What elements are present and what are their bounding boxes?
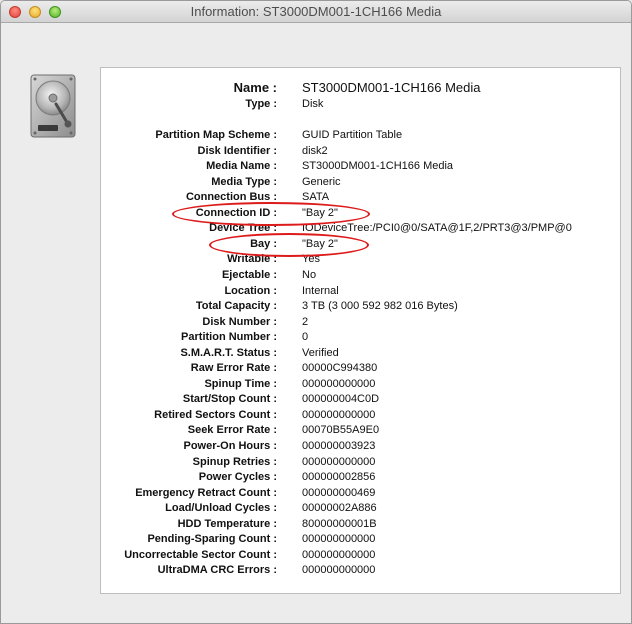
- property-row: Partition Map Scheme : GUID Partition Tab…: [101, 127, 620, 143]
- property-row: Seek Error Rate : 00070B55A9E0: [101, 422, 620, 438]
- property-value: Generic: [302, 175, 341, 188]
- property-label: Total Capacity :: [195, 300, 277, 313]
- property-label: HDD Temperature :: [177, 517, 277, 530]
- property-value: 3 TB (3 000 592 982 016 Bytes): [302, 300, 458, 313]
- title-bar[interactable]: Information: ST3000DM001-1CH166 Media: [1, 1, 631, 23]
- property-label: Retired Sectors Count :: [154, 408, 277, 421]
- property-value: 0: [302, 331, 309, 344]
- property-row: Power-On Hours : 000000003923: [101, 438, 620, 454]
- property-value: IODeviceTree:/PCI0@0/SATA@1F,2/PRT3@3/PM…: [302, 222, 572, 235]
- property-value: Verified: [302, 346, 339, 359]
- property-value: 000000003923: [302, 440, 376, 452]
- property-row: Disk Number : 2: [101, 314, 620, 330]
- property-value: Internal: [302, 284, 339, 297]
- property-value: 000000004C0D: [302, 393, 380, 406]
- property-value: 000000002856: [302, 471, 376, 484]
- property-label: Media Name :: [206, 160, 277, 173]
- type-row: Type : Disk: [101, 96, 620, 112]
- property-value: 2: [302, 315, 309, 328]
- property-value: "Bay 2": [302, 206, 338, 219]
- property-label: Connection ID :: [195, 206, 277, 219]
- property-value: 00000002A886: [302, 502, 377, 515]
- property-row: Uncorrectable Sector Count : 000000000000: [101, 547, 620, 563]
- property-row: Connection ID : "Bay 2": [101, 205, 620, 221]
- property-row: Ejectable : No: [101, 267, 620, 283]
- property-label: Pending-Sparing Count :: [147, 533, 277, 546]
- property-label: Connection Bus :: [185, 191, 277, 204]
- property-value: 80000000001B: [302, 517, 377, 530]
- property-row: Total Capacity : 3 TB (3 000 592 982 016 …: [101, 298, 620, 314]
- type-label: Type :: [245, 98, 277, 110]
- info-window: Information: ST3000DM001-1CH166 Media Na…: [0, 0, 632, 624]
- property-row: Device Tree : IODeviceTree:/PCI0@0/SATA@1…: [101, 220, 620, 236]
- property-label: Emergency Retract Count :: [135, 486, 277, 499]
- property-value: disk2: [302, 144, 328, 157]
- property-label: Media Type :: [211, 175, 277, 188]
- property-label: S.M.A.R.T. Status :: [180, 346, 277, 359]
- property-label: Disk Number :: [202, 315, 277, 328]
- property-row: HDD Temperature : 80000000001B: [101, 516, 620, 532]
- property-value: No: [302, 268, 317, 281]
- property-value: GUID Partition Table: [302, 129, 403, 141]
- property-value: SATA: [302, 191, 330, 204]
- property-row: S.M.A.R.T. Status : Verified: [101, 345, 620, 361]
- property-row: Partition Number : 0: [101, 329, 620, 345]
- property-label: Start/Stop Count :: [182, 393, 277, 406]
- property-row: UltraDMA CRC Errors : 000000000000: [101, 562, 620, 578]
- property-value: "Bay 2": [302, 237, 338, 250]
- property-label: Seek Error Rate :: [187, 424, 277, 437]
- property-row: Pending-Sparing Count : 000000000000: [101, 531, 620, 547]
- property-label: Location :: [224, 284, 277, 297]
- property-row: Emergency Retract Count : 000000000469: [101, 485, 620, 501]
- property-label: Disk Identifier :: [197, 144, 277, 157]
- property-value: 000000000469: [302, 486, 376, 499]
- property-row: Media Name : ST3000DM001-1CH166 Media: [101, 158, 620, 174]
- property-row: Media Type : Generic: [101, 174, 620, 190]
- name-value: ST3000DM001-1CH166 Media: [302, 80, 481, 95]
- property-value: ST3000DM001-1CH166 Media: [302, 160, 454, 173]
- property-row: Location : Internal: [101, 283, 620, 299]
- property-label: Partition Number :: [181, 331, 277, 344]
- property-label: Power-On Hours :: [183, 440, 277, 452]
- property-value: 000000000000: [302, 564, 376, 577]
- property-row: Start/Stop Count : 000000004C0D: [101, 391, 620, 407]
- property-value: 000000000000: [302, 455, 376, 468]
- property-value: 000000000000: [302, 548, 376, 561]
- property-label: Partition Map Scheme :: [155, 129, 277, 141]
- property-row: Spinup Time : 000000000000: [101, 376, 620, 392]
- property-label: Load/Unload Cycles :: [165, 502, 277, 515]
- property-label: Raw Error Rate :: [190, 362, 277, 375]
- name-label: Name :: [233, 80, 277, 95]
- property-label: Spinup Retries :: [192, 455, 277, 468]
- property-row: Retired Sectors Count : 000000000000: [101, 407, 620, 423]
- property-label: Bay :: [250, 237, 277, 250]
- property-row: Spinup Retries : 000000000000: [101, 454, 620, 470]
- property-label: Spinup Time :: [204, 377, 277, 390]
- property-value: 000000000000: [302, 377, 376, 390]
- property-row: Connection Bus : SATA: [101, 189, 620, 205]
- property-value: Yes: [302, 253, 320, 266]
- property-value: 00000C994380: [302, 362, 378, 375]
- hard-disk-icon: [30, 74, 76, 138]
- property-row: Disk Identifier : disk2: [101, 143, 620, 159]
- property-label: Power Cycles :: [198, 471, 277, 484]
- property-row: Power Cycles : 000000002856: [101, 469, 620, 485]
- window-title: Information: ST3000DM001-1CH166 Media: [190, 4, 442, 19]
- property-row: Raw Error Rate : 00000C994380: [101, 360, 620, 376]
- property-row: Writable : Yes: [101, 251, 620, 267]
- property-label: Device Tree :: [209, 222, 277, 235]
- property-label: Ejectable :: [221, 268, 277, 281]
- name-row: Name : ST3000DM001-1CH166 Media: [101, 79, 620, 97]
- info-panel: Name : ST3000DM001-1CH166 Media Type : D…: [100, 67, 621, 594]
- property-label: UltraDMA CRC Errors :: [157, 564, 277, 577]
- property-label: Writable :: [227, 253, 277, 266]
- property-value: 000000000000: [302, 408, 376, 421]
- property-value: 00070B55A9E0: [302, 424, 380, 437]
- property-value: 000000000000: [302, 533, 376, 546]
- property-row: Load/Unload Cycles : 00000002A886: [101, 500, 620, 516]
- property-label: Uncorrectable Sector Count :: [124, 548, 277, 561]
- type-value: Disk: [302, 98, 324, 110]
- property-row: Bay : "Bay 2": [101, 236, 620, 252]
